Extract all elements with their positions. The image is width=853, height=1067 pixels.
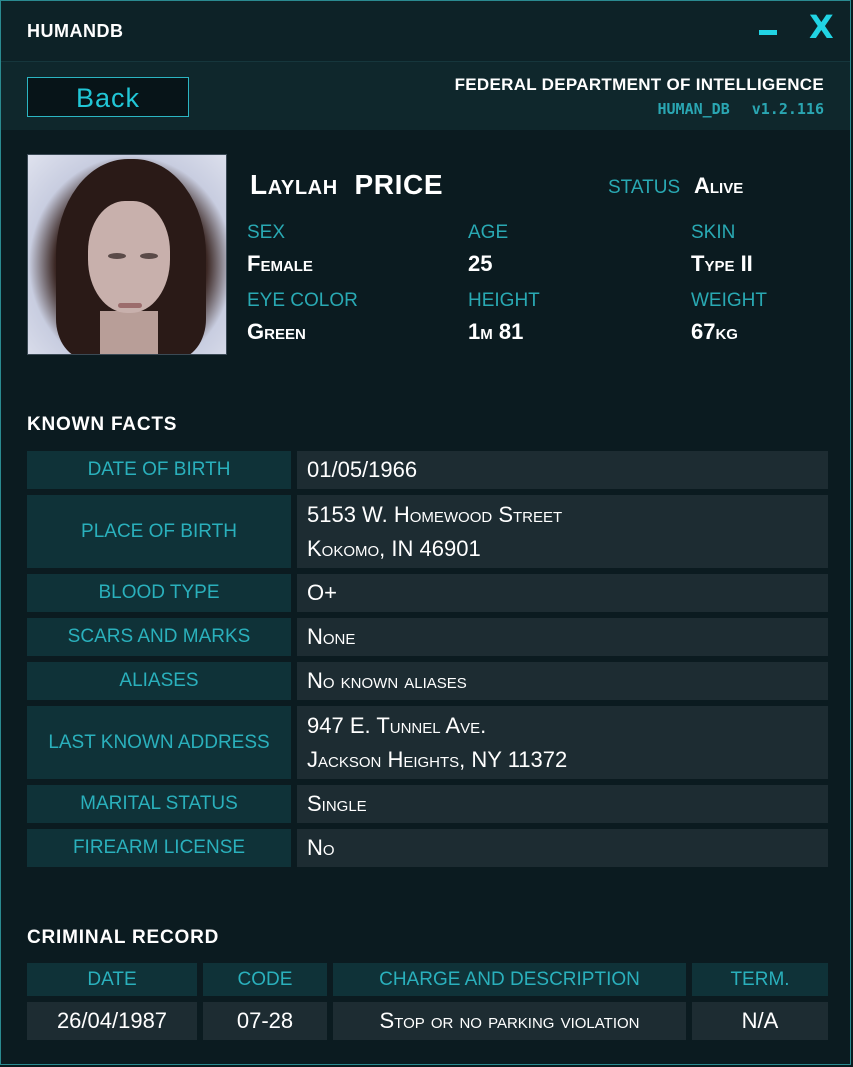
minimize-button[interactable]	[757, 13, 779, 43]
fact-value: No	[297, 829, 828, 867]
fact-row-aliases: ALIASES No known aliases	[27, 662, 828, 700]
photo-eye-right	[140, 253, 158, 259]
status-value: Alive	[694, 173, 744, 198]
fact-value-line: Jackson Heights, NY 11372	[307, 746, 568, 772]
record-header-code: CODE	[203, 963, 327, 996]
header-bar: Back FEDERAL DEPARTMENT OF INTELLIGENCE …	[1, 62, 850, 130]
fact-row-scars-and-marks: SCARS AND MARKS None	[27, 618, 828, 656]
profile-photo	[27, 154, 227, 355]
known-facts-title: KNOWN FACTS	[27, 414, 178, 435]
photo-mouth	[118, 303, 142, 308]
db-name: HUMAN_DB	[657, 100, 730, 118]
fact-row-place-of-birth: PLACE OF BIRTH 5153 W. Homewood Street K…	[27, 495, 828, 568]
minimize-icon	[759, 30, 777, 35]
fact-row-blood-type: BLOOD TYPE O+	[27, 574, 828, 612]
attr-label-skin: SKIN	[691, 222, 736, 243]
title-bar: HUMANDB X	[1, 1, 850, 62]
fact-value: O+	[297, 574, 828, 612]
agency-title: FEDERAL DEPARTMENT OF INTELLIGENCE	[454, 75, 824, 94]
photo-neck	[100, 311, 158, 354]
attr-label-sex: SEX	[247, 222, 286, 243]
photo-eye-left	[108, 253, 126, 259]
humandb-window: HUMANDB X Back FEDERAL DEPARTMENT OF INT…	[0, 0, 851, 1065]
status-label: STATUS	[608, 177, 681, 198]
record-cell-term: N/A	[692, 1002, 828, 1040]
attr-label-weight: WEIGHT	[691, 290, 767, 311]
app-title: HUMANDB	[27, 21, 124, 41]
fact-value-line: Single	[307, 791, 367, 816]
record-cell-code: 07-28	[203, 1002, 327, 1040]
db-version: HUMAN_DB v1.2.116	[636, 100, 825, 118]
fact-row-last-known-address: LAST KNOWN ADDRESS 947 E. Tunnel Ave. Ja…	[27, 706, 828, 779]
record-header-charge: CHARGE AND DESCRIPTION	[333, 963, 686, 996]
attr-value-age: 25	[468, 251, 493, 276]
photo-face	[88, 201, 170, 313]
fact-key: MARITAL STATUS	[27, 785, 291, 823]
fact-value-line: 5153 W. Homewood Street	[307, 501, 563, 527]
fact-row-date-of-birth: DATE OF BIRTH 01/05/1966	[27, 451, 828, 489]
attr-value-skin: Type II	[691, 251, 753, 276]
fact-value: No known aliases	[297, 662, 828, 700]
record-cell-date: 26/04/1987	[27, 1002, 197, 1040]
person-name: Laylah PRICE	[250, 169, 443, 201]
fact-key: SCARS AND MARKS	[27, 618, 291, 656]
close-button[interactable]: X	[809, 11, 834, 43]
fact-key: ALIASES	[27, 662, 291, 700]
fact-key: LAST KNOWN ADDRESS	[27, 706, 291, 779]
fact-value-line: 01/05/1966	[307, 457, 418, 482]
fact-key: BLOOD TYPE	[27, 574, 291, 612]
fact-row-marital-status: MARITAL STATUS Single	[27, 785, 828, 823]
fact-key: PLACE OF BIRTH	[27, 495, 291, 568]
fact-value: Single	[297, 785, 828, 823]
version-label: v1.2.116	[751, 100, 824, 118]
attr-label-age: AGE	[468, 222, 509, 243]
fact-value-line: O+	[307, 580, 337, 605]
first-name: Laylah	[250, 169, 338, 200]
back-button[interactable]: Back	[27, 77, 189, 117]
attr-value-weight: 67kg	[691, 319, 738, 344]
fact-value: 5153 W. Homewood Street Kokomo, IN 46901	[297, 495, 828, 568]
fact-row-firearm-license: FIREARM LICENSE No	[27, 829, 828, 867]
fact-value: None	[297, 618, 828, 656]
record-header-term: TERM.	[692, 963, 828, 996]
attr-value-sex: Female	[247, 251, 313, 276]
fact-key: DATE OF BIRTH	[27, 451, 291, 489]
fact-value: 01/05/1966	[297, 451, 828, 489]
attr-value-height: 1m 81	[468, 319, 524, 344]
record-header-date: DATE	[27, 963, 197, 996]
criminal-record-title: CRIMINAL RECORD	[27, 927, 220, 948]
fact-value-line: 947 E. Tunnel Ave.	[307, 712, 487, 738]
last-name: PRICE	[354, 169, 444, 200]
fact-value-line: None	[307, 624, 356, 649]
fact-value-line: Kokomo, IN 46901	[307, 535, 481, 561]
fact-value-line: No known aliases	[307, 668, 467, 693]
record-cell-charge: Stop or no parking violation	[333, 1002, 686, 1040]
attr-label-height: HEIGHT	[468, 290, 540, 311]
fact-key: FIREARM LICENSE	[27, 829, 291, 867]
fact-value: 947 E. Tunnel Ave. Jackson Heights, NY 1…	[297, 706, 828, 779]
attr-value-eye-color: Green	[247, 319, 306, 344]
attr-label-eye-color: EYE COLOR	[247, 290, 358, 311]
fact-value-line: No	[307, 835, 335, 860]
